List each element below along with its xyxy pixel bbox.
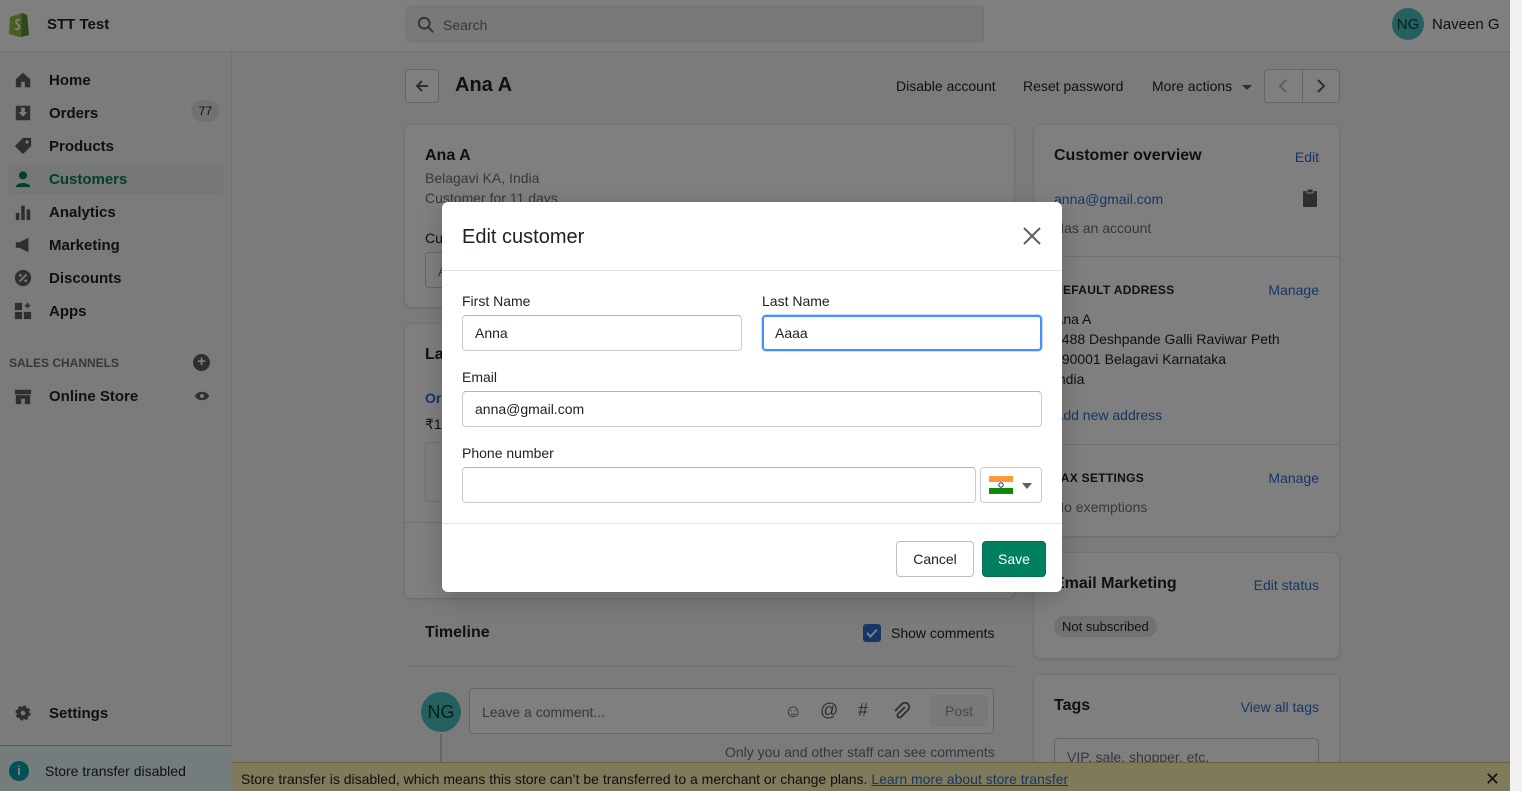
phone-label: Phone number <box>462 445 554 461</box>
india-flag-icon <box>989 476 1013 494</box>
modal-title: Edit customer <box>462 226 585 248</box>
modal-header: Edit customer <box>442 202 1062 271</box>
last-name-label: Last Name <box>762 293 830 309</box>
phone-field[interactable] <box>462 467 976 503</box>
first-name-label: First Name <box>462 293 531 309</box>
first-name-field[interactable] <box>462 315 742 351</box>
cancel-button[interactable]: Cancel <box>896 541 974 577</box>
close-icon[interactable] <box>1020 224 1044 248</box>
last-name-field[interactable] <box>762 315 1042 351</box>
save-button[interactable]: Save <box>982 541 1046 577</box>
edit-customer-modal: Edit customer First Name Last Name Email… <box>442 202 1062 592</box>
caret-down-icon <box>1022 483 1032 489</box>
email-label: Email <box>462 369 498 385</box>
page-scrollbar[interactable] <box>1510 0 1522 791</box>
modal-footer: Cancel Save <box>442 523 1062 592</box>
country-code-select[interactable] <box>980 467 1042 503</box>
email-field[interactable] <box>462 391 1042 427</box>
